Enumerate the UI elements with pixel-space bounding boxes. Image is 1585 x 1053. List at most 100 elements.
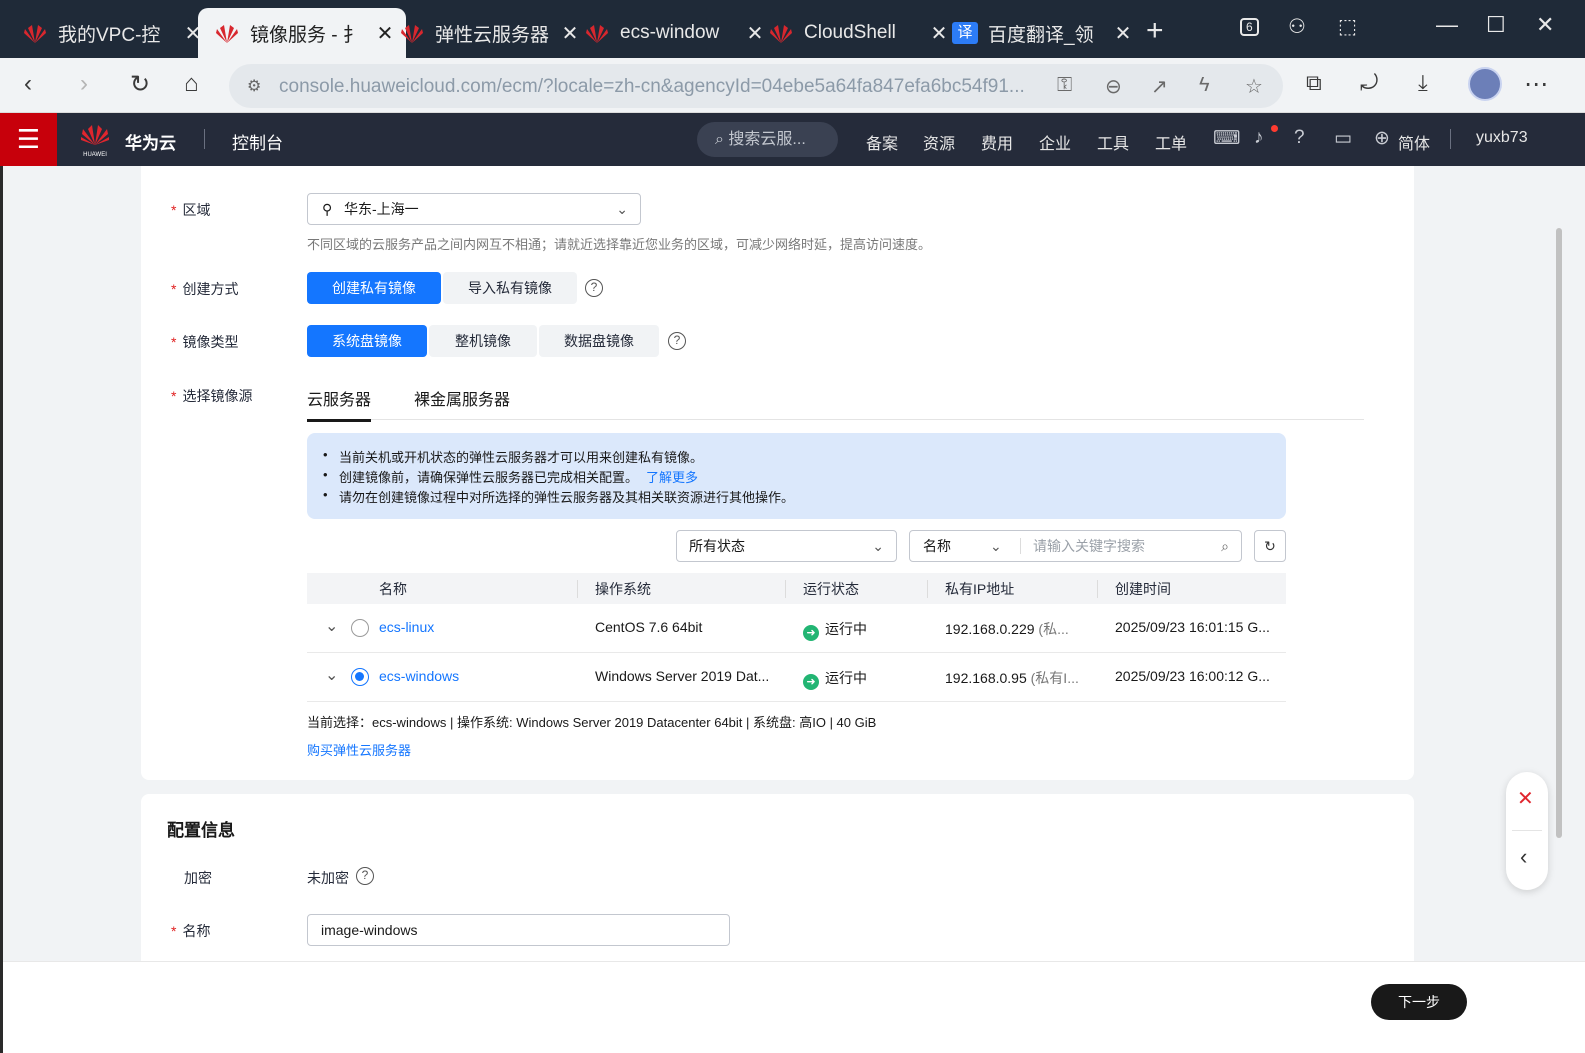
- nav-tickets[interactable]: 工单: [1155, 130, 1187, 154]
- region-select[interactable]: ⚲ 华东-上海一 ⌄: [307, 193, 641, 225]
- image-name-input[interactable]: image-windows: [307, 914, 730, 946]
- help-circle-icon[interactable]: ?: [585, 279, 603, 297]
- huawei-logo-icon: [586, 25, 608, 43]
- col-os: 操作系统: [595, 581, 651, 597]
- zoom-out-icon[interactable]: ⊖: [1105, 74, 1122, 99]
- browser-tab-strip: 我的VPC-控 ✕ 镜像服务 - 扌 ✕ 弹性云服务器 ✕ ecs-window…: [0, 0, 1585, 58]
- nav-beian[interactable]: 备案: [866, 130, 898, 154]
- search-input[interactable]: 请输入关键字搜索: [1033, 531, 1145, 561]
- extensions-puzzle-icon[interactable]: ⧉: [1306, 70, 1322, 96]
- nav-enterprise[interactable]: 企业: [1039, 130, 1071, 154]
- search-field-select[interactable]: 名称: [923, 531, 951, 561]
- tab-title: ecs-window: [620, 22, 720, 43]
- divider: [785, 580, 786, 598]
- address-bar[interactable]: ⚙ console.huaweicloud.com/ecm/?locale=zh…: [229, 64, 1283, 108]
- chevron-down-icon: ⌄: [872, 538, 884, 554]
- browser-tab-cloudshell[interactable]: CloudShell ✕: [752, 8, 960, 58]
- back-icon[interactable]: ‹: [24, 70, 32, 98]
- help-circle-icon[interactable]: ?: [356, 867, 374, 885]
- tab-title: 我的VPC-控: [58, 24, 161, 46]
- running-status-icon: ➜: [803, 625, 819, 641]
- new-tab-icon[interactable]: +: [1146, 14, 1164, 48]
- nav-resources[interactable]: 资源: [923, 130, 955, 154]
- window-close-icon[interactable]: ✕: [1536, 12, 1554, 38]
- user-name[interactable]: yuxb73: [1476, 129, 1528, 147]
- server-name-link[interactable]: ecs-windows: [379, 668, 459, 684]
- browser-tab-ecs[interactable]: 弹性云服务器 ✕: [383, 8, 591, 58]
- home-icon[interactable]: ⌂: [184, 70, 199, 98]
- col-ip: 私有IP地址: [945, 581, 1015, 597]
- avatar[interactable]: [1468, 67, 1502, 101]
- create-private-image-button[interactable]: 创建私有镜像: [307, 272, 441, 304]
- tab-ecs[interactable]: 云服务器: [307, 386, 372, 422]
- language-switch[interactable]: 简体: [1398, 130, 1430, 154]
- url-text[interactable]: console.huaweicloud.com/ecm/?locale=zh-c…: [279, 76, 1039, 98]
- extensions-icon[interactable]: ⬚: [1338, 14, 1357, 39]
- chevron-down-icon[interactable]: ⌄: [325, 616, 338, 636]
- notice-box: 当前关机或开机状态的弹性云服务器才可以用来创建私有镜像。 创建镜像前，请确保弹性…: [307, 433, 1286, 519]
- help-icon[interactable]: ?: [1294, 127, 1305, 149]
- row-radio-selected[interactable]: [351, 668, 369, 686]
- incognito-icon[interactable]: ⚇: [1288, 14, 1306, 39]
- nav-tools[interactable]: 工具: [1097, 130, 1129, 154]
- table-header: 名称 操作系统 运行状态 私有IP地址 创建时间: [307, 573, 1286, 604]
- tab-bms[interactable]: 裸金属服务器: [414, 386, 510, 410]
- share-icon[interactable]: ↗: [1151, 74, 1168, 99]
- tab-count-icon[interactable]: 6: [1240, 18, 1259, 36]
- browser-tab-ims[interactable]: 镜像服务 - 扌 ✕: [198, 8, 406, 58]
- server-name-link[interactable]: ecs-linux: [379, 619, 434, 635]
- globe-icon[interactable]: ⊕: [1374, 127, 1390, 150]
- chevron-down-icon[interactable]: ⌄: [325, 665, 338, 685]
- browser-tab-translate[interactable]: 译 百度翻译_领 ✕: [936, 8, 1144, 58]
- page-scrollbar[interactable]: [1556, 228, 1562, 838]
- selection-summary: 当前选择：ecs-windows | 操作系统: Windows Server …: [307, 715, 877, 730]
- collapse-chevron-left-icon[interactable]: ‹: [1520, 844, 1527, 870]
- system-disk-image-button[interactable]: 系统盘镜像: [307, 325, 427, 357]
- learn-more-link[interactable]: 了解更多: [646, 470, 698, 485]
- more-menu-icon[interactable]: ⋯: [1524, 70, 1548, 99]
- translate-logo-icon: 译: [952, 22, 978, 44]
- hamburger-menu-icon[interactable]: ☰: [0, 113, 57, 166]
- cloudshell-icon[interactable]: ⌨: [1213, 127, 1240, 150]
- status-filter-value: 所有状态: [689, 538, 745, 554]
- header-search[interactable]: ⌕ 搜索云服...: [697, 122, 838, 157]
- minimize-icon[interactable]: —: [1436, 12, 1458, 38]
- brand-name[interactable]: 华为云: [125, 129, 176, 154]
- forward-icon[interactable]: ›: [80, 70, 88, 98]
- browser-tab-vpc[interactable]: 我的VPC-控 ✕: [6, 8, 214, 58]
- data-disk-image-button[interactable]: 数据盘镜像: [539, 325, 659, 357]
- search-box: 名称 ⌄ 请输入关键字搜索 ⌕: [909, 530, 1242, 562]
- image-name-label: * 名称: [171, 923, 211, 939]
- server-created: 2025/09/23 16:00:12 G...: [1115, 668, 1270, 684]
- search-icon[interactable]: ⌕: [1221, 531, 1229, 561]
- table-row[interactable]: ⌄ ecs-linux CentOS 7.6 64bit ➜ 运行中 192.16…: [307, 604, 1286, 653]
- password-key-icon[interactable]: ⚿: [1057, 74, 1072, 97]
- download-icon[interactable]: ⤓: [1418, 70, 1428, 96]
- site-info-icon[interactable]: ⚙: [247, 76, 261, 96]
- reload-icon[interactable]: ↻: [130, 70, 150, 99]
- history-icon[interactable]: ⤾: [1360, 70, 1378, 96]
- feedback-icon[interactable]: ▭: [1334, 127, 1352, 150]
- maximize-icon[interactable]: ☐: [1486, 12, 1506, 38]
- refresh-icon[interactable]: ↻: [1254, 530, 1286, 562]
- next-step-button[interactable]: 下一步: [1371, 984, 1467, 1020]
- notification-bell-icon[interactable]: ♪: [1254, 127, 1264, 149]
- chevron-down-icon[interactable]: ⌄: [990, 531, 1002, 561]
- browser-tab-ecs-windows[interactable]: ecs-window ✕: [568, 8, 776, 58]
- full-ecs-image-button[interactable]: 整机镜像: [429, 325, 537, 357]
- import-private-image-button[interactable]: 导入私有镜像: [443, 272, 577, 304]
- lightning-icon[interactable]: ϟ: [1199, 74, 1210, 97]
- nav-billing[interactable]: 费用: [981, 130, 1013, 154]
- help-circle-icon[interactable]: ?: [668, 332, 686, 350]
- assistant-logo-icon[interactable]: ✕: [1517, 786, 1534, 811]
- region-value: 华东-上海一: [344, 201, 419, 217]
- header-search-placeholder: 搜索云服...: [728, 131, 806, 148]
- console-link[interactable]: 控制台: [232, 129, 283, 154]
- huawei-logo-icon[interactable]: HUAWEI: [79, 121, 111, 159]
- status-filter-select[interactable]: 所有状态 ⌄: [676, 530, 897, 562]
- row-radio[interactable]: [351, 619, 369, 637]
- close-icon[interactable]: ✕: [1112, 21, 1134, 46]
- buy-ecs-link[interactable]: 购买弹性云服务器: [307, 740, 411, 759]
- favorite-star-icon[interactable]: ☆: [1245, 74, 1263, 99]
- table-row[interactable]: ⌄ ecs-windows Windows Server 2019 Dat...…: [307, 653, 1286, 702]
